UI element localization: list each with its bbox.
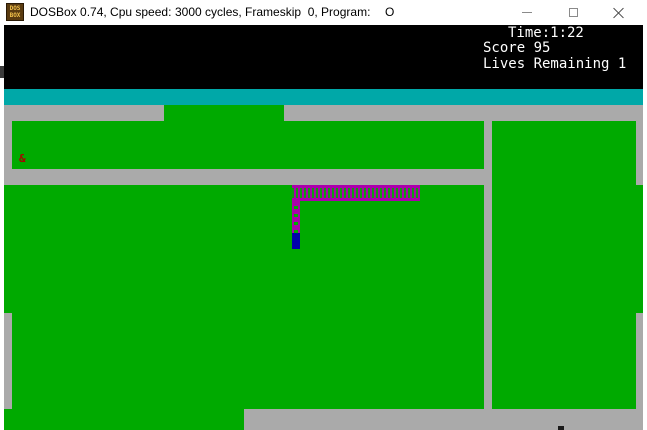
- snake-body-horizontal: [292, 185, 420, 201]
- grass-top-gap: [164, 105, 284, 121]
- lives-display: Lives Remaining 1: [483, 56, 627, 72]
- window-title: DOSBox 0.74, Cpu speed: 3000 cycles, Fra…: [30, 4, 394, 21]
- grass-left-exit: [4, 185, 12, 313]
- time-display: Time:1:22: [508, 25, 584, 41]
- icon-text-bottom: BOX: [9, 12, 21, 19]
- grass-room-main: [12, 185, 484, 409]
- grass-right-exit: [636, 185, 643, 313]
- food-item: &: [19, 152, 26, 165]
- minimize-icon: [522, 12, 532, 13]
- window-titlebar[interactable]: DOS BOX DOSBox 0.74, Cpu speed: 3000 cyc…: [0, 0, 647, 26]
- grass-room-top-left: [12, 121, 484, 169]
- snake-body-vertical: [292, 201, 300, 233]
- icon-text-top: DOS: [9, 5, 21, 12]
- game-field: &: [4, 105, 643, 430]
- maximize-button[interactable]: [550, 0, 596, 25]
- grass-room-right: [492, 121, 636, 409]
- grass-bottom-gap: [12, 409, 244, 430]
- minimize-button[interactable]: [504, 0, 550, 25]
- title-cycles: 3000 cycles, Frameskip 0, Program:: [175, 5, 371, 19]
- close-button[interactable]: [596, 0, 642, 25]
- taskbar-artifact: [558, 426, 564, 430]
- score-display: Score 95: [483, 40, 551, 56]
- right-window-border: [643, 25, 647, 430]
- dosbox-app-icon: DOS BOX: [6, 3, 24, 21]
- close-icon: [613, 7, 625, 19]
- game-hud: Time:1:22 Score 95 Lives Remaining 1: [4, 25, 643, 89]
- maximize-icon: [568, 8, 578, 17]
- top-banner-bar: [4, 89, 643, 105]
- snake-head: [292, 233, 300, 249]
- title-program: O: [385, 5, 395, 19]
- dosbox-game-screen[interactable]: Time:1:22 Score 95 Lives Remaining 1 &: [4, 25, 643, 430]
- title-app-name: DOSBox 0.74, Cpu speed:: [30, 5, 172, 19]
- grass-bottom-left-corner: [4, 409, 12, 430]
